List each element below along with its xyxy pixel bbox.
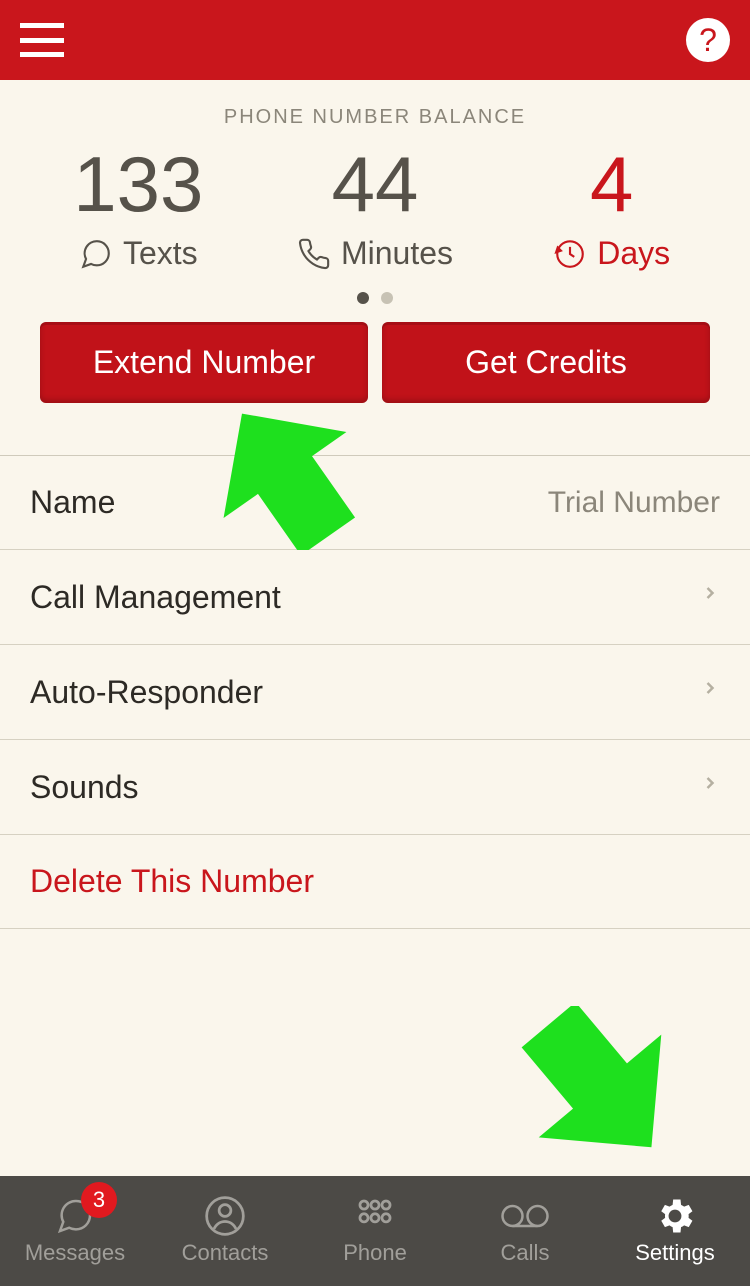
stat-value: 44 xyxy=(257,145,494,223)
dot-active xyxy=(357,292,369,304)
row-delete-number[interactable]: Delete This Number xyxy=(0,835,750,929)
balance-stats: 133 Texts 44 Minutes 4 xyxy=(0,129,750,282)
tab-phone[interactable]: Phone xyxy=(300,1176,450,1286)
row-label: Name xyxy=(30,484,115,521)
tab-label: Settings xyxy=(635,1240,715,1266)
voicemail-icon xyxy=(500,1196,550,1236)
tab-bar: Messages 3 Contacts Phone Calls Settings xyxy=(0,1176,750,1286)
chevron-right-icon xyxy=(700,578,720,616)
tab-label: Contacts xyxy=(182,1240,269,1266)
row-label: Delete This Number xyxy=(30,863,314,900)
row-value: Trial Number xyxy=(548,486,720,520)
row-label: Auto-Responder xyxy=(30,674,263,711)
chevron-right-icon xyxy=(700,768,720,806)
menu-icon[interactable] xyxy=(20,23,64,57)
stat-days: 4 Days xyxy=(493,145,730,272)
annotation-arrow-down xyxy=(520,1006,680,1166)
stat-label: Days xyxy=(597,235,670,272)
row-auto-responder[interactable]: Auto-Responder xyxy=(0,645,750,740)
balance-section: PHONE NUMBER BALANCE 133 Texts 44 Minute… xyxy=(0,80,750,455)
row-label: Sounds xyxy=(30,769,139,806)
tab-contacts[interactable]: Contacts xyxy=(150,1176,300,1286)
row-call-management[interactable]: Call Management xyxy=(0,550,750,645)
tab-settings[interactable]: Settings xyxy=(600,1176,750,1286)
stat-label: Texts xyxy=(123,235,198,272)
help-button[interactable]: ? xyxy=(686,18,730,62)
history-icon xyxy=(553,237,587,271)
dialpad-icon xyxy=(350,1196,400,1236)
stat-texts: 133 Texts xyxy=(20,145,257,272)
settings-list: Name Trial Number Call Management Auto-R… xyxy=(0,456,750,929)
row-label: Call Management xyxy=(30,579,281,616)
row-name[interactable]: Name Trial Number xyxy=(0,456,750,550)
page-dots[interactable] xyxy=(0,282,750,322)
phone-icon xyxy=(297,237,331,271)
stat-value: 133 xyxy=(20,145,257,223)
tab-messages[interactable]: Messages 3 xyxy=(0,1176,150,1286)
chevron-right-icon xyxy=(700,673,720,711)
contact-icon xyxy=(200,1196,250,1236)
chat-icon xyxy=(79,237,113,271)
stat-minutes: 44 Minutes xyxy=(257,145,494,272)
dot xyxy=(381,292,393,304)
app-header: ? xyxy=(0,0,750,80)
unread-badge: 3 xyxy=(81,1182,117,1218)
extend-number-button[interactable]: Extend Number xyxy=(40,322,368,403)
stat-label: Minutes xyxy=(341,235,453,272)
tab-calls[interactable]: Calls xyxy=(450,1176,600,1286)
tab-label: Phone xyxy=(343,1240,407,1266)
row-sounds[interactable]: Sounds xyxy=(0,740,750,835)
tab-label: Calls xyxy=(501,1240,550,1266)
balance-title: PHONE NUMBER BALANCE xyxy=(0,106,750,129)
gear-icon xyxy=(650,1196,700,1236)
get-credits-button[interactable]: Get Credits xyxy=(382,322,710,403)
stat-value: 4 xyxy=(493,145,730,223)
tab-label: Messages xyxy=(25,1240,125,1266)
